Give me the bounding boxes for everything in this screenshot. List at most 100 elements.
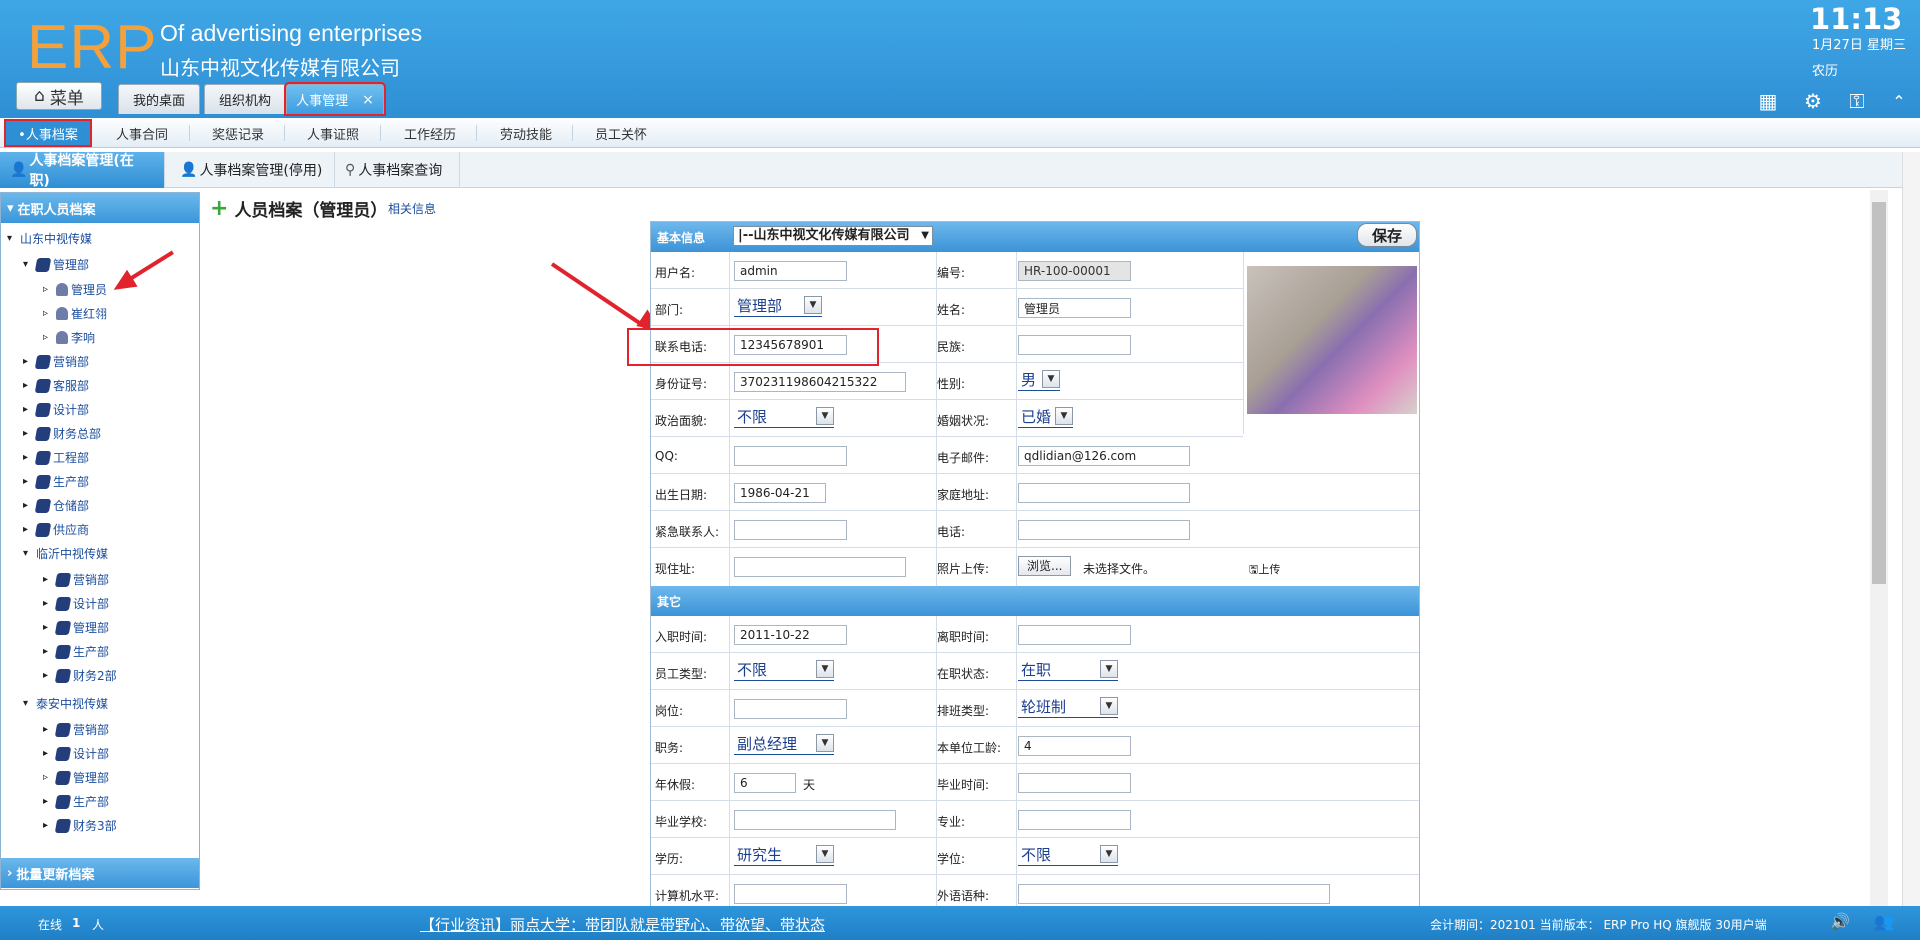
annual-leave-input[interactable] [734, 773, 796, 793]
sidebar-batch-update[interactable]: › 批量更新档案 [1, 858, 199, 888]
subnav-work-history[interactable]: 工作经历 [404, 124, 456, 143]
collapse-up-icon[interactable]: ⌃ [1888, 90, 1910, 112]
company-select[interactable]: |--山东中视文化传媒有限公司 ▼ [733, 226, 933, 246]
tree-node-dept[interactable]: ▸ 客服部 [23, 377, 89, 394]
news-ticker-link[interactable]: 【行业资讯】丽点大学：带团队就是带野心、带欲望、带状态 [420, 914, 825, 935]
apps-grid-icon[interactable]: ▦ [1757, 89, 1779, 113]
tree-node-mgmt[interactable]: ▾ 管理部 [23, 256, 89, 273]
tree-label: 崔红翎 [71, 307, 108, 321]
school-input[interactable] [734, 810, 896, 830]
menu-button[interactable]: ⌂ 菜单 [16, 82, 102, 110]
tree-node-dept[interactable]: ▸ 财务总部 [23, 425, 101, 442]
tab-hr-management[interactable]: 人事管理 × [284, 82, 386, 116]
home-input[interactable] [1018, 483, 1190, 503]
tree-node-dept[interactable]: ▸ 管理部 [43, 619, 109, 636]
name-input[interactable] [1018, 298, 1131, 318]
address-input[interactable] [734, 557, 906, 577]
username-input[interactable] [734, 261, 847, 281]
tree-node-branch[interactable]: ▾ 临沂中视传媒 [23, 545, 108, 562]
home-icon: ⌂ [34, 86, 45, 106]
tree-node-dept[interactable]: ▸ 生产部 [43, 793, 109, 810]
speaker-icon[interactable]: 🔊 [1830, 912, 1850, 931]
ptab-archive-query[interactable]: ⚲ 人事档案查询 [335, 152, 460, 188]
subnav-certificates[interactable]: 人事证照 [307, 124, 359, 143]
tree-node-dept[interactable]: ▸ 设计部 [43, 595, 109, 612]
tree-node-dept[interactable]: ▸ 营销部 [43, 571, 109, 588]
ptab-active-archive[interactable]: 👤 人事档案管理(在职) [0, 152, 165, 189]
related-info-link[interactable]: 相关信息 [388, 200, 436, 217]
tree-node-dept[interactable]: ▸ 营销部 [43, 721, 109, 738]
tree-node-dept[interactable]: ▸ 工程部 [23, 449, 89, 466]
tree-node-dept[interactable]: ▸ 仓储部 [23, 497, 89, 514]
gender-select[interactable]: 男 ▼ [1018, 369, 1060, 391]
tree-node-dept[interactable]: ▸ 设计部 [23, 401, 89, 418]
tree-node-dept[interactable]: ▸ 生产部 [23, 473, 89, 490]
ptab-disabled-archive[interactable]: 👤 人事档案管理(停用) [170, 152, 335, 188]
form-row: QQ: 电子邮件: [651, 437, 1419, 474]
education-select[interactable]: 研究生 ▼ [734, 844, 834, 866]
chevron-right-icon: ▸ [43, 724, 49, 735]
lunar-link[interactable]: 农历 [1812, 60, 1838, 79]
post-input[interactable] [734, 699, 847, 719]
tree-node-user-admin[interactable]: ▹ 管理员 [43, 281, 107, 298]
nation-input[interactable] [1018, 335, 1131, 355]
code-input[interactable] [1018, 261, 1131, 281]
political-select[interactable]: 不限 ▼ [734, 406, 834, 428]
chevron-down-icon: ▾ [23, 698, 29, 709]
subnav-employee-care[interactable]: 员工关怀 [595, 124, 647, 143]
degree-select[interactable]: 不限 ▼ [1018, 844, 1118, 866]
dept-select[interactable]: 管理部 ▼ [734, 295, 822, 317]
etype-select[interactable]: 不限 ▼ [734, 659, 834, 681]
shift-select[interactable]: 轮班制 ▼ [1018, 696, 1118, 718]
browse-button[interactable]: 浏览... [1018, 556, 1072, 576]
subnav-hr-contract[interactable]: 人事合同 [116, 124, 168, 143]
duty-select[interactable]: 副总经理 ▼ [734, 733, 834, 755]
tree-node-root[interactable]: ▾ 山东中视传媒 [7, 230, 92, 247]
tree-node-branch[interactable]: ▾ 泰安中视传媒 [23, 695, 108, 712]
seniority-input[interactable] [1018, 736, 1131, 756]
label-email: 电子邮件: [937, 451, 990, 465]
content-scrollbar[interactable] [1870, 190, 1888, 906]
tree-node-dept[interactable]: ▸ 设计部 [43, 745, 109, 762]
marital-select[interactable]: 已婚 ▼ [1018, 406, 1073, 428]
email-input[interactable] [1018, 446, 1190, 466]
grad-time-input[interactable] [1018, 773, 1131, 793]
status-select[interactable]: 在职 ▼ [1018, 659, 1118, 681]
label-seniority: 本单位工龄: [937, 741, 1002, 755]
save-button[interactable]: 保存 [1357, 223, 1417, 247]
tab-organization[interactable]: 组织机构 [204, 84, 286, 114]
key-icon[interactable]: ⚿ [1846, 89, 1868, 113]
qq-input[interactable] [734, 446, 847, 466]
birth-input[interactable] [734, 483, 826, 503]
tree-node-dept[interactable]: ▸ 供应商 [23, 521, 89, 538]
tel-input[interactable] [1018, 520, 1190, 540]
label-etype: 员工类型: [655, 667, 708, 681]
subnav-skills[interactable]: 劳动技能 [500, 124, 552, 143]
computer-input[interactable] [734, 884, 847, 904]
upload-button[interactable]: 🖫上传 [1249, 561, 1280, 580]
emergency-input[interactable] [734, 520, 847, 540]
tree-node-dept[interactable]: ▸ 财务2部 [43, 667, 117, 684]
major-input[interactable] [1018, 810, 1131, 830]
tree-node-dept[interactable]: ▹ 管理部 [43, 769, 109, 786]
tree-node-dept[interactable]: ▸ 营销部 [23, 353, 89, 370]
subnav-rewards[interactable]: 奖惩记录 [212, 124, 264, 143]
join-input[interactable] [734, 625, 847, 645]
close-icon[interactable]: × [362, 92, 374, 108]
leave-input[interactable] [1018, 625, 1131, 645]
tree-node-dept[interactable]: ▸ 生产部 [43, 643, 109, 660]
scrollbar-thumb[interactable] [1872, 202, 1886, 584]
tree-node-user[interactable]: ▹ 崔红翎 [43, 305, 107, 322]
tree-node-dept[interactable]: ▸ 财务3部 [43, 817, 117, 834]
tree-node-user[interactable]: ▹ 李响 [43, 329, 95, 346]
ptab-label: 人事档案查询 [358, 163, 443, 179]
side-scrollbar[interactable] [1902, 152, 1920, 906]
form-row: 年休假: 天 毕业时间: [651, 764, 1419, 801]
users-icon[interactable]: 👥 [1874, 912, 1894, 931]
language-input[interactable] [1018, 884, 1330, 904]
tab-my-desktop[interactable]: 我的桌面 [118, 84, 200, 114]
sidebar-header-active[interactable]: ▾ 在职人员档案 [1, 193, 199, 223]
subnav-hr-archive[interactable]: •人事档案 [4, 119, 92, 147]
gear-icon[interactable]: ⚙ [1802, 89, 1824, 113]
idcard-input[interactable] [734, 372, 906, 392]
